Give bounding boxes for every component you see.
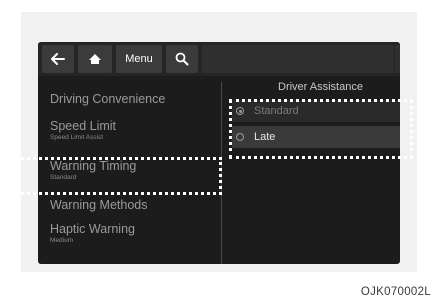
search-button[interactable] <box>166 45 198 73</box>
home-button[interactable] <box>78 45 112 73</box>
menu-item-label: Haptic Warning <box>50 222 135 236</box>
back-button[interactable] <box>42 45 74 73</box>
pane-title: Driver Assistance <box>278 81 363 93</box>
highlight-box-warning-timing <box>16 157 222 195</box>
home-icon <box>89 54 101 64</box>
figure-code: OJK070002L <box>360 286 431 298</box>
menu-item-label: Warning Methods <box>50 198 148 212</box>
menu-item-haptic-warning[interactable]: Haptic Warning Medium <box>50 222 135 244</box>
menu-label: Menu <box>125 53 153 65</box>
menu-item-speed-limit[interactable]: Speed Limit Speed Limit Assist <box>50 119 116 141</box>
menu-item-warning-methods[interactable]: Warning Methods <box>50 198 148 212</box>
menu-item-driving-convenience[interactable]: Driving Convenience <box>50 92 165 106</box>
menu-item-label: Driving Convenience <box>50 92 166 106</box>
top-bar-empty-area <box>202 45 394 73</box>
back-arrow-icon <box>51 53 65 65</box>
top-bar: Menu <box>38 42 400 76</box>
highlight-box-options <box>229 99 413 159</box>
search-icon <box>175 52 189 66</box>
menu-item-label: Speed Limit <box>50 119 117 133</box>
top-bar-edge <box>395 45 400 73</box>
menu-button[interactable]: Menu <box>116 45 162 73</box>
menu-item-sublabel: Medium <box>50 237 74 244</box>
menu-item-sublabel: Speed Limit Assist <box>50 134 104 141</box>
